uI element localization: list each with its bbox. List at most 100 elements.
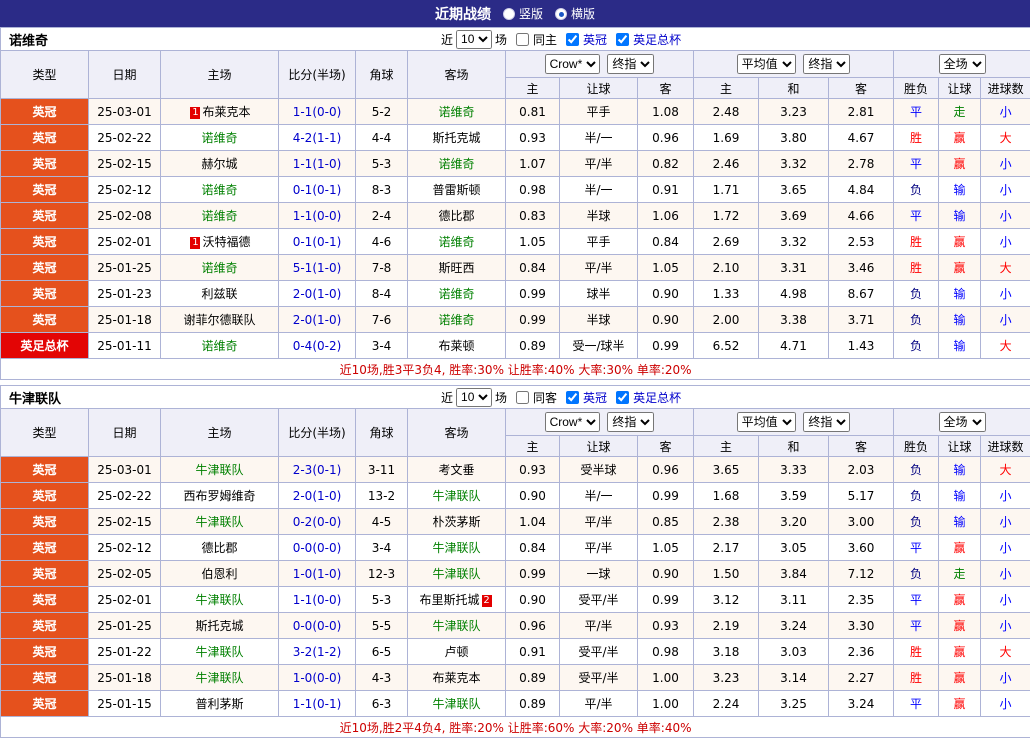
corners: 8-4 (356, 281, 408, 307)
avg-draw-odds: 3.03 (759, 639, 829, 665)
result-goals: 小 (981, 177, 1030, 203)
league-badge: 英冠 (1, 483, 89, 509)
championship-checkbox[interactable] (566, 33, 579, 46)
games-count-select[interactable]: 10 (456, 30, 492, 49)
match-score: 2-0(1-0) (279, 307, 356, 333)
col-header-type: 类型 (1, 51, 89, 99)
result-handicap: 赢 (939, 125, 981, 151)
scope-select[interactable]: 全场 (939, 412, 986, 432)
summary-row: 近10场,胜3平3负4, 胜率:30% 让胜率:40% 大率:30% 单率:20… (1, 359, 1030, 380)
odds-home: 0.89 (506, 333, 560, 359)
avg-home-odds: 1.69 (694, 125, 759, 151)
col-header-goals: 进球数 (981, 436, 1030, 457)
result-wdl: 胜 (894, 229, 939, 255)
team-section-oxford: 牛津联队 近 10 场 同客 英冠 英足总杯 (0, 385, 1030, 738)
home-team: 牛津联队 (161, 639, 279, 665)
team-link: 西布罗姆维奇 (183, 489, 255, 503)
radio-horizontal-label[interactable]: 横版 (571, 5, 595, 22)
avg-home-odds: 3.65 (694, 457, 759, 483)
result-goals: 大 (981, 255, 1030, 281)
match-date: 25-02-22 (89, 483, 161, 509)
odds-away: 0.96 (638, 457, 694, 483)
bookmaker-select[interactable]: Crow* (545, 54, 600, 74)
col-header-home: 主场 (161, 51, 279, 99)
average-stage-select[interactable]: 终指 (803, 412, 850, 432)
col-header-result: 胜负 (894, 78, 939, 99)
result-goals: 小 (981, 281, 1030, 307)
col-header-odds-home: 主 (506, 78, 560, 99)
fa-cup-checkbox[interactable] (616, 33, 629, 46)
match-row: 英冠25-02-22西布罗姆维奇2-0(1-0)13-2牛津联队0.90半/一0… (1, 483, 1030, 509)
result-handicap: 赢 (939, 691, 981, 717)
average-select[interactable]: 平均值 (737, 54, 796, 74)
home-team: 牛津联队 (161, 665, 279, 691)
odds-stage-select[interactable]: 终指 (607, 412, 654, 432)
col-header-avg-draw: 和 (759, 78, 829, 99)
filter-controls: 近 10 场 同客 英冠 英足总杯 (441, 388, 681, 407)
team-link: 牛津联队 (432, 541, 480, 555)
avg-draw-odds: 3.33 (759, 457, 829, 483)
match-date: 25-02-12 (89, 177, 161, 203)
result-wdl: 平 (894, 587, 939, 613)
same-venue-checkbox[interactable] (516, 391, 529, 404)
team-link: 伯恩利 (201, 567, 237, 581)
match-score: 1-1(1-0) (279, 151, 356, 177)
team-link: 牛津联队 (195, 463, 243, 477)
match-date: 25-01-25 (89, 613, 161, 639)
result-goals: 大 (981, 457, 1030, 483)
odds-home: 0.90 (506, 587, 560, 613)
odds-stage-select[interactable]: 终指 (607, 54, 654, 74)
match-row: 英足总杯25-01-11诺维奇0-4(0-2)3-4布莱顿0.89受一/球半0.… (1, 333, 1030, 359)
league-badge: 英冠 (1, 691, 89, 717)
avg-home-odds: 6.52 (694, 333, 759, 359)
same-venue-checkbox[interactable] (516, 33, 529, 46)
team-name: 牛津联队 (1, 388, 61, 407)
radio-vertical-label[interactable]: 竖版 (519, 5, 543, 22)
corners: 7-8 (356, 255, 408, 281)
radio-vertical-layout[interactable]: 竖版 (503, 5, 543, 22)
league-badge: 英冠 (1, 535, 89, 561)
corners: 3-11 (356, 457, 408, 483)
odds-away: 0.99 (638, 483, 694, 509)
radio-horizontal-layout[interactable]: 横版 (555, 5, 595, 22)
radio-vertical-icon[interactable] (503, 8, 515, 20)
away-team: 诺维奇 (408, 99, 506, 125)
team-link: 斯托克城 (432, 131, 480, 145)
league-badge: 英冠 (1, 639, 89, 665)
avg-home-odds: 2.48 (694, 99, 759, 125)
odds-home: 0.84 (506, 535, 560, 561)
col-header-corners: 角球 (356, 51, 408, 99)
average-stage-select[interactable]: 终指 (803, 54, 850, 74)
avg-draw-odds: 4.98 (759, 281, 829, 307)
avg-away-odds: 2.35 (829, 587, 894, 613)
odds-handicap: 平/半 (560, 691, 638, 717)
championship-label: 英冠 (583, 31, 607, 48)
avg-draw-odds: 4.71 (759, 333, 829, 359)
scope-select[interactable]: 全场 (939, 54, 986, 74)
radio-horizontal-icon[interactable] (555, 8, 567, 20)
team-link: 牛津联队 (432, 567, 480, 581)
average-select[interactable]: 平均值 (737, 412, 796, 432)
odds-handicap: 平手 (560, 99, 638, 125)
team-link: 诺维奇 (201, 131, 237, 145)
result-goals: 小 (981, 203, 1030, 229)
result-goals: 小 (981, 561, 1030, 587)
fulltime-group-header: 全场 (894, 409, 1030, 436)
team-link: 利兹联 (201, 287, 237, 301)
fa-cup-checkbox[interactable] (616, 391, 629, 404)
match-score: 0-1(0-1) (279, 229, 356, 255)
championship-checkbox[interactable] (566, 391, 579, 404)
odds-handicap: 平/半 (560, 151, 638, 177)
avg-draw-odds: 3.05 (759, 535, 829, 561)
home-team: 牛津联队 (161, 587, 279, 613)
away-team: 布莱克本 (408, 665, 506, 691)
match-date: 25-01-15 (89, 691, 161, 717)
result-goals: 小 (981, 665, 1030, 691)
games-count-select[interactable]: 10 (456, 388, 492, 407)
odds-away: 0.82 (638, 151, 694, 177)
odds-group-header: Crow* 终指 (506, 51, 694, 78)
bookmaker-select[interactable]: Crow* (545, 412, 600, 432)
col-header-score: 比分(半场) (279, 51, 356, 99)
fa-cup-label: 英足总杯 (633, 389, 681, 406)
red-card-badge: 1 (190, 107, 200, 119)
